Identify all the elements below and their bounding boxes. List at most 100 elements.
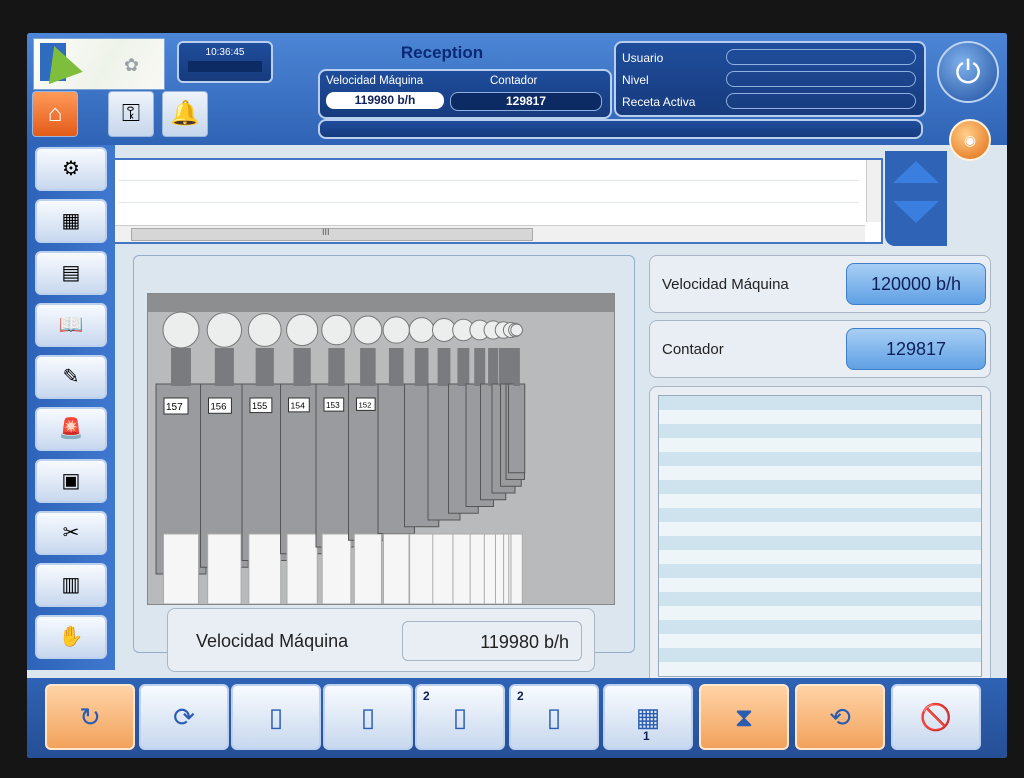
power-icon: ⏻ — [955, 54, 981, 90]
user-row: Usuario — [622, 49, 918, 67]
speed-setpoint-value[interactable]: 120000 b/h — [846, 263, 986, 305]
arrow-up-icon — [893, 161, 939, 183]
alarm-mute-button[interactable]: 🚫 — [891, 684, 981, 750]
scroll-thumb[interactable]: III — [131, 227, 533, 241]
settings-panel-icon: ▤ — [61, 262, 81, 284]
bottle-icon: ▯ — [268, 702, 284, 732]
speed-setpoint-label: Velocidad Máquina — [662, 276, 789, 293]
header-counter-value: 129817 — [450, 92, 602, 111]
alarm-vertical-scrollbar[interactable] — [866, 160, 881, 222]
valve-number-label: 157 — [166, 402, 183, 413]
sidebar-item-bottles[interactable]: ▥ — [35, 563, 107, 607]
counter-value[interactable]: 129817 — [846, 328, 986, 370]
scroll-up-button[interactable] — [893, 155, 939, 189]
recipe-row: Receta Activa — [622, 93, 918, 111]
counter-box: Contador 129817 — [649, 320, 991, 378]
sidebar-item-alarm-lamp[interactable]: 🚨 — [35, 407, 107, 451]
user-info-box: Usuario Nivel Receta Activa — [614, 41, 926, 117]
level-value — [726, 71, 916, 87]
grid-icon: ▦ — [635, 702, 661, 732]
scroll-grip: III — [322, 227, 330, 237]
valve-number-label: 154 — [291, 400, 306, 410]
clock-display: 10:36:45 — [177, 41, 273, 83]
key-button[interactable]: ⚿ — [108, 91, 154, 137]
message-bar — [318, 119, 923, 139]
sidebar-item-settings-panel[interactable]: ▤ — [35, 251, 107, 295]
reports-icon: ✎ — [62, 366, 80, 388]
valve-number-label: 153 — [326, 401, 340, 410]
speed-setpoint-box: Velocidad Máquina 120000 b/h — [649, 255, 991, 313]
valve-number-label: 155 — [252, 401, 267, 411]
bottle-step-2b-button[interactable]: 2 ▯ — [509, 684, 599, 750]
step-count: 2 — [517, 689, 524, 703]
bottle-step-2-button[interactable]: 2 ▯ — [415, 684, 505, 750]
arrow-down-icon — [893, 201, 939, 223]
valve-button[interactable]: ⧗ — [699, 684, 789, 750]
info-list — [658, 395, 982, 677]
sidebar-item-reports[interactable]: ✎ — [35, 355, 107, 399]
key-icon: ⚿ — [121, 100, 141, 127]
page-title: Reception — [400, 43, 484, 62]
sidebar-item-machine-overview[interactable]: ⚙ — [35, 147, 107, 191]
info-list-panel — [649, 386, 991, 688]
level-row: Nivel — [622, 71, 918, 89]
header-bar: ✿ 10:36:45 Reception Velocidad Máquina C… — [27, 33, 1007, 145]
valve-icon: ⧗ — [734, 702, 754, 732]
image-speed-label: Velocidad Máquina — [196, 631, 349, 651]
bottom-toolbar: ↻ ⟳ ▯ ▯ 2 ▯ 2 ▯ 1 ▦ ⧗ ⟲ 🚫 — [27, 678, 1007, 758]
sidebar-item-production-line[interactable]: ▦ — [35, 199, 107, 243]
alarm-row[interactable] — [119, 162, 859, 181]
bottles-icon: ▥ — [61, 574, 81, 596]
level-label: Nivel — [622, 73, 649, 87]
header-counter-label: Contador — [490, 75, 538, 87]
alarm-row[interactable] — [119, 184, 859, 203]
bottle-step-b-button[interactable]: ▯ — [323, 684, 413, 750]
bell-button[interactable]: 🔔 — [162, 91, 208, 137]
alarm-lamp-icon: 🚨 — [58, 418, 84, 440]
step-count: 1 — [643, 729, 650, 743]
bottle-icon: ▯ — [546, 702, 562, 732]
home-icon: ⌂ — [47, 100, 63, 127]
bottle-icon: ▯ — [360, 702, 376, 732]
clock-date — [188, 61, 262, 72]
sidebar: ⚙ ▦ ▤ 📖 ✎ 🚨 ▣ ✂ ▥ ✋ — [27, 145, 115, 670]
step-count: 2 — [423, 689, 430, 703]
recipe-value — [726, 93, 916, 109]
refresh-icon: ↻ — [79, 702, 101, 732]
multi-step-button[interactable]: 1 ▦ — [603, 684, 693, 750]
maintenance-icon: ✋ — [58, 626, 84, 648]
alarm-mute-icon: 🚫 — [919, 702, 953, 732]
header-speed-label: Velocidad Máquina — [326, 75, 424, 87]
image-speed-value: 119980 b/h — [402, 621, 582, 661]
sidebar-item-manual-book[interactable]: 📖 — [35, 303, 107, 347]
image-speed-readout: Velocidad Máquina 119980 b/h — [167, 608, 595, 672]
sidebar-item-maintenance[interactable]: ✋ — [35, 615, 107, 659]
cycle-button[interactable]: ⟳ — [139, 684, 229, 750]
refresh-button[interactable]: ↻ — [45, 684, 135, 750]
scroll-down-button[interactable] — [893, 195, 939, 229]
header-speed-value: 119980 b/h — [326, 92, 444, 109]
bell-icon: 🔔 — [170, 100, 200, 127]
sidebar-item-tools[interactable]: ✂ — [35, 511, 107, 555]
calendar-icon: ▣ — [61, 470, 81, 492]
alarm-list: III — [113, 158, 883, 244]
eye-icon: ◉ — [963, 132, 977, 148]
production-line-icon: ▦ — [61, 210, 81, 232]
orange-action-button[interactable]: ◉ — [949, 119, 991, 161]
hmi-screen: ✿ 10:36:45 Reception Velocidad Máquina C… — [27, 33, 1007, 758]
bottle-step-button[interactable]: ▯ — [231, 684, 321, 750]
power-button[interactable]: ⏻ — [937, 41, 999, 103]
machine-photo: 157 156 155 154 153 152 — [147, 293, 615, 605]
clock-time: 10:36:45 — [205, 47, 245, 58]
cip-button[interactable]: ⟲ — [795, 684, 885, 750]
filler-valves-illustration: 157 156 155 154 153 152 — [148, 294, 614, 604]
company-logo: ✿ — [33, 38, 165, 90]
sidebar-item-calendar[interactable]: ▣ — [35, 459, 107, 503]
alarm-horizontal-scrollbar[interactable]: III — [115, 225, 865, 242]
alarm-scroll-buttons — [885, 151, 947, 246]
home-button[interactable]: ⌂ — [32, 91, 78, 137]
tools-icon: ✂ — [62, 522, 80, 544]
user-label: Usuario — [622, 51, 664, 65]
cycle-icon: ⟳ — [173, 702, 195, 732]
counter-label: Contador — [662, 341, 724, 358]
